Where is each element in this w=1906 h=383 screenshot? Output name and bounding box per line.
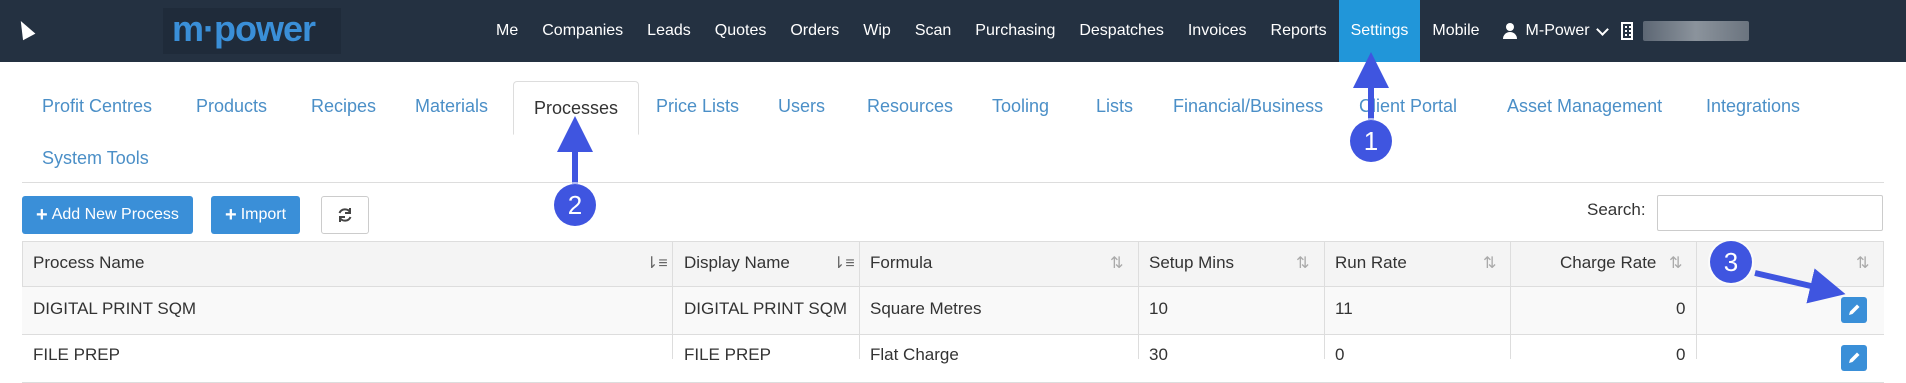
cell-charge-rate: 0: [1676, 345, 1686, 364]
add-new-process-label: Add New Process: [51, 206, 179, 223]
sort-icon[interactable]: ⇅: [1110, 253, 1123, 273]
sort-icon[interactable]: ⇅: [1856, 253, 1869, 273]
tab-asset-management[interactable]: Asset Management: [1507, 96, 1662, 117]
cell-process-name: DIGITAL PRINT SQM: [33, 299, 197, 318]
sort-asc-icon[interactable]: ⇂≡: [645, 253, 668, 273]
column-divider: [1324, 241, 1325, 359]
search-input[interactable]: [1657, 195, 1883, 231]
cell-setup-mins: 30: [1149, 345, 1168, 364]
nav-reports[interactable]: Reports: [1259, 0, 1339, 62]
edit-button[interactable]: [1841, 297, 1867, 323]
nav-mobile[interactable]: Mobile: [1420, 0, 1491, 62]
import-button[interactable]: + Import: [211, 196, 301, 234]
nav-settings[interactable]: Settings: [1338, 0, 1421, 62]
annotation-marker-1: 1: [1350, 120, 1392, 162]
tab-profit-centres[interactable]: Profit Centres: [42, 96, 152, 117]
column-divider: [1510, 241, 1511, 359]
pencil-icon: [1849, 352, 1860, 363]
building-icon: [1620, 22, 1633, 40]
main-nav: Me Companies Leads Quotes Orders Wip Sca…: [484, 0, 1759, 62]
column-divider: [672, 241, 673, 359]
brand-logo: m·power: [172, 8, 316, 49]
import-label: Import: [240, 206, 287, 223]
plus-icon: +: [225, 204, 237, 226]
cell-setup-mins: 10: [1149, 299, 1168, 318]
cell-display-name: FILE PREP: [684, 345, 771, 364]
tab-recipes[interactable]: Recipes: [311, 96, 376, 117]
column-divider: [1138, 241, 1139, 359]
nav-scan[interactable]: Scan: [903, 0, 963, 62]
tab-processes[interactable]: Processes: [513, 81, 640, 135]
nav-invoices[interactable]: Invoices: [1176, 0, 1259, 62]
search-label: Search:: [1587, 200, 1646, 219]
tab-users[interactable]: Users: [778, 96, 825, 117]
tab-tooling[interactable]: Tooling: [992, 96, 1049, 117]
tab-materials[interactable]: Materials: [415, 96, 488, 117]
user-menu[interactable]: M-Power: [1492, 0, 1759, 62]
redacted-company-name: [1642, 21, 1749, 41]
cell-formula: Square Metres: [870, 299, 982, 318]
tab-integrations[interactable]: Integrations: [1706, 96, 1800, 117]
logo-container[interactable]: m·power: [163, 8, 341, 54]
add-new-process-button[interactable]: + Add New Process: [22, 196, 193, 234]
tab-financial-business[interactable]: Financial/Business: [1173, 96, 1323, 117]
mouse-cursor-icon: [14, 17, 36, 41]
cell-charge-rate: 0: [1676, 299, 1686, 318]
user-name: M-Power: [1525, 22, 1590, 39]
plus-icon: +: [36, 204, 48, 226]
col-charge-rate[interactable]: Charge Rate: [1560, 253, 1656, 273]
chevron-down-icon: [1595, 22, 1609, 36]
tab-products[interactable]: Products: [196, 96, 267, 117]
col-formula[interactable]: Formula: [870, 253, 932, 273]
nav-me[interactable]: Me: [484, 0, 530, 62]
cell-formula: Flat Charge: [870, 345, 959, 364]
col-process-name[interactable]: Process Name: [33, 253, 144, 273]
cell-display-name: DIGITAL PRINT SQM: [684, 299, 848, 318]
edit-button[interactable]: [1841, 345, 1867, 371]
refresh-icon: [338, 208, 352, 222]
col-run-rate[interactable]: Run Rate: [1335, 253, 1407, 273]
tab-system-tools[interactable]: System Tools: [42, 148, 149, 169]
refresh-button[interactable]: [321, 196, 369, 234]
tabs-divider: [22, 182, 1884, 183]
col-display-name[interactable]: Display Name: [684, 253, 790, 273]
nav-quotes[interactable]: Quotes: [703, 0, 779, 62]
nav-leads[interactable]: Leads: [635, 0, 703, 62]
nav-despatches[interactable]: Despatches: [1067, 0, 1176, 62]
tab-client-portal[interactable]: Client Portal: [1359, 96, 1457, 117]
top-navbar: m·power Me Companies Leads Quotes Orders…: [0, 0, 1906, 62]
col-setup-mins[interactable]: Setup Mins: [1149, 253, 1234, 273]
tab-lists[interactable]: Lists: [1096, 96, 1133, 117]
pencil-icon: [1849, 304, 1860, 315]
nav-orders[interactable]: Orders: [778, 0, 851, 62]
nav-companies[interactable]: Companies: [530, 0, 635, 62]
nav-wip[interactable]: Wip: [851, 0, 903, 62]
user-icon: [1502, 23, 1518, 39]
cell-run-rate: 0: [1335, 345, 1345, 364]
column-divider: [1696, 241, 1697, 359]
cell-process-name: FILE PREP: [33, 345, 120, 364]
tab-resources[interactable]: Resources: [867, 96, 953, 117]
sort-asc-icon[interactable]: ⇂≡: [832, 253, 855, 273]
cell-run-rate: 11: [1335, 299, 1353, 318]
nav-purchasing[interactable]: Purchasing: [963, 0, 1067, 62]
column-divider: [859, 241, 860, 359]
sort-icon[interactable]: ⇅: [1296, 253, 1309, 273]
tab-price-lists[interactable]: Price Lists: [656, 96, 739, 117]
annotation-marker-2: 2: [554, 184, 596, 226]
annotation-marker-3: 3: [1710, 241, 1752, 283]
sort-icon[interactable]: ⇅: [1669, 253, 1682, 273]
sort-icon[interactable]: ⇅: [1483, 253, 1496, 273]
